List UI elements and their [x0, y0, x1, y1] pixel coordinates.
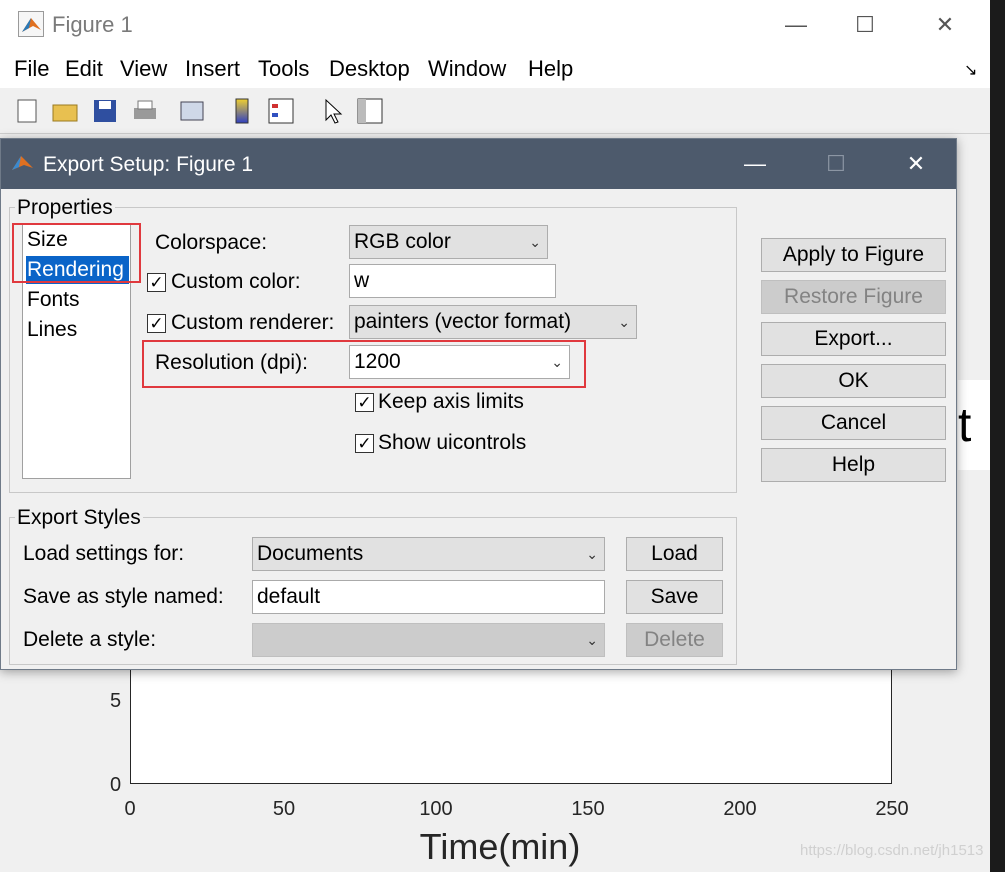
menu-file[interactable]: File: [14, 56, 49, 82]
colorbar-icon[interactable]: [227, 96, 257, 126]
custom-renderer-value: painters (vector format): [354, 310, 572, 333]
menu-desktop[interactable]: Desktop: [329, 56, 410, 82]
x-axis-label: Time(min): [419, 826, 581, 867]
minimize-icon[interactable]: —: [776, 12, 816, 38]
keep-axis-checkbox[interactable]: ✓: [355, 393, 374, 412]
save-style-label: Save as style named:: [23, 585, 224, 608]
y-tick-label: 5: [110, 690, 122, 712]
x-tick-label: 50: [272, 798, 296, 820]
save-button[interactable]: Save: [626, 580, 723, 614]
highlight-box: [142, 340, 586, 388]
load-settings-value: Documents: [257, 542, 364, 565]
delete-button: Delete: [626, 623, 723, 657]
dialog-minimize-icon[interactable]: —: [735, 151, 775, 177]
figure-titlebar: [0, 0, 990, 52]
save-style-input[interactable]: default: [252, 580, 605, 614]
colorspace-label: Colorspace:: [155, 231, 268, 254]
menu-help[interactable]: Help: [528, 56, 573, 82]
restore-figure-button: Restore Figure: [761, 280, 946, 314]
y-tick-label: 0: [110, 774, 122, 796]
x-tick-label: 100: [419, 798, 453, 820]
x-tick-label: 150: [571, 798, 605, 820]
highlight-box: [12, 223, 141, 283]
chevron-down-icon: ⌄: [586, 546, 598, 562]
custom-renderer-label: Custom renderer:: [171, 311, 335, 334]
keep-axis-label: Keep axis limits: [378, 390, 524, 413]
open-folder-icon[interactable]: [50, 96, 80, 126]
load-settings-dropdown[interactable]: Documents ⌄: [252, 537, 605, 571]
show-uicontrols-checkbox[interactable]: ✓: [355, 434, 374, 453]
watermark: https://blog.csdn.net/jh1513: [800, 842, 984, 859]
export-button[interactable]: Export...: [761, 322, 946, 356]
delete-style-label: Delete a style:: [23, 628, 157, 651]
x-tick-label: 200: [723, 798, 757, 820]
matlab-figure-icon: [18, 11, 44, 37]
property-editor-icon[interactable]: [355, 96, 385, 126]
chevron-down-icon: ⌄: [618, 314, 630, 330]
menu-tools[interactable]: Tools: [258, 56, 309, 82]
dialog-maximize-icon: ☐: [826, 151, 846, 176]
load-button[interactable]: Load: [626, 537, 723, 571]
colorspace-value: RGB color: [354, 230, 451, 253]
apply-to-figure-button[interactable]: Apply to Figure: [761, 238, 946, 272]
chevron-down-icon: ⌄: [586, 632, 598, 648]
save-icon[interactable]: [90, 96, 120, 126]
close-icon[interactable]: ✕: [925, 12, 965, 38]
dialog-close-icon[interactable]: ✕: [896, 151, 936, 177]
new-file-icon[interactable]: [12, 96, 42, 126]
export-setup-dialog: Export Setup: Figure 1 — ☐ ✕ Properties …: [0, 138, 957, 670]
print-icon[interactable]: [130, 96, 160, 126]
custom-color-input[interactable]: w: [349, 264, 556, 298]
menu-window[interactable]: Window: [428, 56, 506, 82]
figure-title: Figure 1: [52, 12, 133, 37]
load-settings-label: Load settings for:: [23, 542, 185, 565]
show-uicontrols-label: Show uicontrols: [378, 431, 527, 454]
pointer-icon[interactable]: [318, 96, 348, 126]
dialog-title: Export Setup: Figure 1: [43, 153, 254, 176]
chevron-down-icon: ⌄: [529, 234, 541, 250]
background-letter: t: [958, 399, 972, 452]
matlab-logo-icon: [11, 153, 35, 175]
legend-icon[interactable]: [266, 96, 296, 126]
custom-color-label: Custom color:: [171, 270, 301, 293]
custom-color-checkbox[interactable]: ✓: [147, 273, 166, 292]
dock-icon[interactable]: ↘: [964, 60, 977, 80]
print-preview-icon[interactable]: [177, 96, 207, 126]
delete-style-dropdown: ⌄: [252, 623, 605, 657]
menu-insert[interactable]: Insert: [185, 56, 240, 82]
x-tick-label: 250: [875, 798, 909, 820]
menu-edit[interactable]: Edit: [65, 56, 103, 82]
ok-button[interactable]: OK: [761, 364, 946, 398]
list-item-lines[interactable]: Lines: [26, 316, 129, 344]
background-window-edge: [990, 0, 1005, 872]
colorspace-dropdown[interactable]: RGB color ⌄: [349, 225, 548, 259]
maximize-icon[interactable]: ☐: [845, 12, 885, 38]
properties-group-label: Properties: [15, 196, 115, 220]
export-styles-group-label: Export Styles: [15, 506, 143, 530]
list-item-fonts[interactable]: Fonts: [26, 286, 129, 314]
cancel-button[interactable]: Cancel: [761, 406, 946, 440]
menu-view[interactable]: View: [120, 56, 167, 82]
custom-renderer-dropdown[interactable]: painters (vector format) ⌄: [349, 305, 637, 339]
help-button[interactable]: Help: [761, 448, 946, 482]
custom-renderer-checkbox[interactable]: ✓: [147, 314, 166, 333]
x-tick-label: 0: [124, 798, 136, 820]
